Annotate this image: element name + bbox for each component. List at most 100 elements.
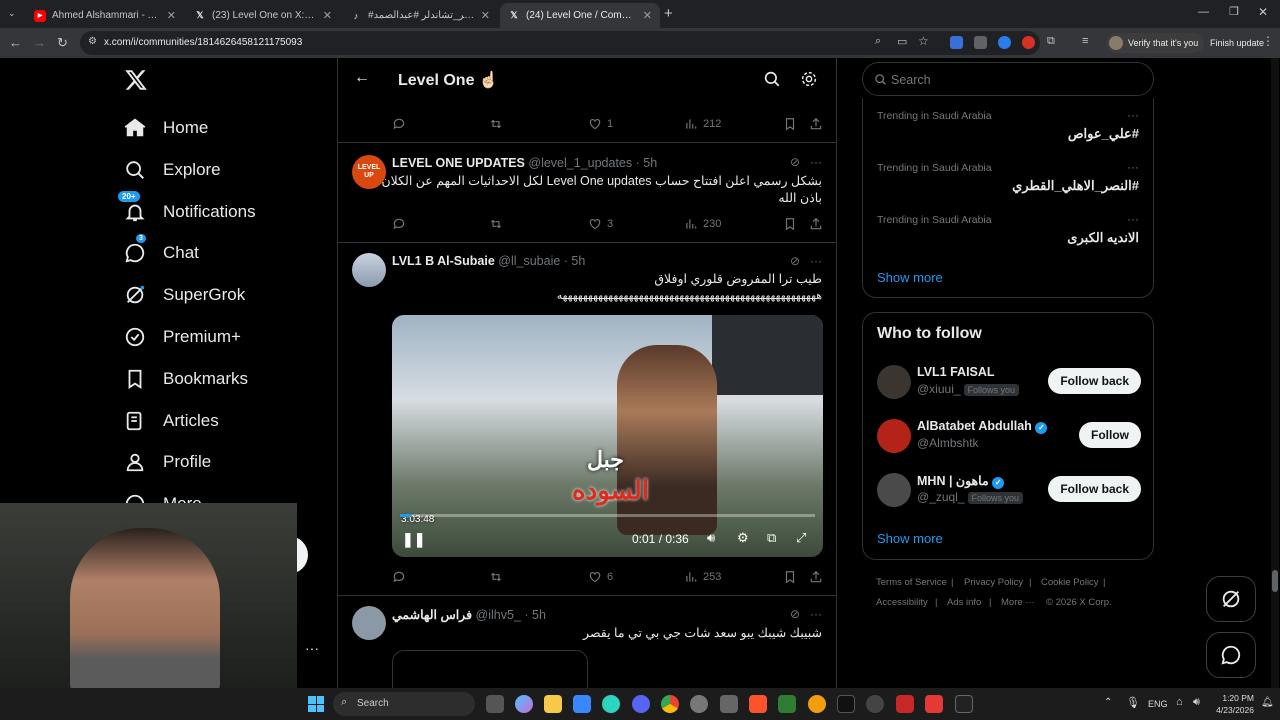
nav-explore[interactable]: Explore (124, 155, 221, 185)
gear-icon[interactable] (800, 70, 818, 88)
omnibox[interactable]: ⚙ x.com/i/communities/181462645812117509… (80, 31, 1040, 55)
search-icon[interactable] (763, 70, 781, 88)
bookmark-button[interactable] (783, 570, 797, 584)
search-input[interactable]: Search (862, 62, 1154, 96)
back-arrow-icon[interactable]: ← (354, 69, 370, 87)
footer-link[interactable]: Accessibility (876, 597, 928, 608)
app-icon[interactable] (925, 695, 943, 713)
volume-icon[interactable]: 🔊︎ (1193, 696, 1200, 709)
nav-supergrok[interactable]: SuperGrok (124, 280, 245, 310)
app-icon[interactable] (720, 695, 738, 713)
browser-tab-tiktok[interactable]: ♪ #مجه #كيلر_تشاندلر #عبدالصمد ✕ (342, 3, 498, 28)
browser-tab-youtube[interactable]: ▶ Ahmed Alshammari - YouTube ✕ (26, 3, 184, 28)
extension-icon[interactable] (974, 36, 987, 49)
app-icon[interactable] (808, 695, 826, 713)
language-indicator[interactable]: ENG (1148, 699, 1168, 709)
reply-button[interactable] (392, 117, 411, 131)
post[interactable]: LVL1 B Al-Subaie @ll_subaie · 5h ⊘ ··· طي… (338, 243, 836, 596)
footer-link[interactable]: Terms of Service (876, 577, 947, 588)
show-more-link[interactable]: Show more (877, 531, 943, 546)
cast-icon[interactable]: ▭ (897, 35, 907, 48)
follow-suggestion[interactable]: LVL1 FAISAL @xiuui_ Follows you Follow ba… (877, 363, 1141, 403)
app-icon[interactable] (866, 695, 884, 713)
like-button[interactable]: 1 (588, 117, 613, 131)
post-author[interactable]: LEVEL ONE UPDATES @level_1_updates · 5h (392, 156, 657, 170)
like-button[interactable]: 3 (588, 217, 613, 231)
post-author[interactable]: LVL1 B Al-Subaie @ll_subaie · 5h (392, 254, 585, 268)
forward-icon[interactable]: → (33, 35, 46, 50)
back-icon[interactable]: ← (9, 35, 22, 50)
nav-chat[interactable]: Chat 3 (124, 234, 199, 268)
bookmark-button[interactable] (783, 217, 797, 231)
site-info-icon[interactable]: ⚙ (88, 36, 97, 47)
close-icon[interactable]: ✕ (643, 9, 652, 22)
profile-chip[interactable]: Verify that it's you (1106, 33, 1205, 53)
nav-profile[interactable]: Profile (124, 447, 211, 477)
more-icon[interactable]: ··· (1127, 160, 1139, 174)
nav-notifications[interactable]: Notifications 20+ (118, 191, 256, 227)
microphone-icon[interactable]: 🎙︎ (1126, 696, 1140, 709)
trend-item[interactable]: #النصر_الاهلي_القطري (1012, 178, 1139, 194)
post[interactable]: LEVEL UP LEVEL ONE UPDATES @level_1_upda… (338, 143, 836, 243)
tiktok-icon[interactable] (837, 695, 855, 713)
more-icon[interactable]: ··· (810, 607, 822, 621)
share-button[interactable] (809, 217, 823, 231)
bookmark-button[interactable] (783, 117, 797, 131)
task-view-icon[interactable] (486, 695, 504, 713)
footer-link[interactable]: Cookie Policy (1041, 577, 1099, 588)
scrollbar-thumb[interactable] (1272, 570, 1278, 592)
grok-icon[interactable]: ⊘ (790, 155, 800, 169)
close-window-button[interactable]: ✕ (1258, 5, 1268, 19)
edge-icon[interactable] (602, 695, 620, 713)
picture-in-picture-icon[interactable]: ⧉ (767, 530, 776, 546)
video-player[interactable]: جبل السوده 3:03:48 ❚❚ 0:01 / 0:36 🔊︎ ⚙ ⧉… (392, 315, 823, 557)
minimize-button[interactable]: — (1198, 6, 1209, 18)
post[interactable]: فراس الهاشمي @ilhv5_ · 5h ⊘ ··· شبيبك شيب… (338, 596, 836, 688)
trend-item[interactable]: الانديه الكبرى (1067, 230, 1139, 246)
x-logo-icon[interactable] (124, 68, 150, 94)
follow-suggestion[interactable]: AlBatabet Abdullah ✓ @Almbshtk Follow (877, 417, 1141, 457)
browser-menu-icon[interactable]: ⋮ (1262, 34, 1274, 48)
repost-button[interactable] (489, 217, 503, 231)
tab-search-button[interactable]: ⌄ (8, 8, 20, 20)
discord-icon[interactable] (632, 695, 650, 713)
settings-icon[interactable]: ⚙ (737, 530, 749, 546)
avatar[interactable] (877, 419, 911, 453)
new-tab-button[interactable]: + (664, 5, 673, 22)
store-icon[interactable] (573, 695, 591, 713)
app-icon[interactable] (690, 695, 708, 713)
network-icon[interactable]: ⌂ (1176, 696, 1183, 708)
views-button[interactable]: 230 (684, 217, 721, 231)
chrome-icon[interactable] (661, 695, 679, 713)
grok-fab[interactable] (1206, 576, 1256, 622)
extensions-puzzle-icon[interactable]: ⧉ (1047, 35, 1060, 48)
fullscreen-icon[interactable]: ⤢ (796, 530, 806, 546)
views-button[interactable]: 212 (684, 117, 721, 131)
trend-item[interactable]: #علي_عواص (1068, 126, 1139, 142)
repost-button[interactable] (489, 570, 503, 584)
reply-button[interactable] (392, 217, 406, 231)
close-icon[interactable]: ✕ (481, 9, 490, 22)
avatar[interactable] (877, 473, 911, 507)
windows-start-icon[interactable] (308, 696, 324, 712)
show-more-link[interactable]: Show more (877, 270, 943, 285)
video-progress-track[interactable] (400, 514, 815, 517)
follow-suggestion[interactable]: MHN | ماهون ✓ @_zuql_ Follows you Follow … (877, 471, 1141, 511)
follow-back-button[interactable]: Follow back (1048, 368, 1141, 394)
nav-articles[interactable]: Articles (124, 406, 219, 436)
extension-icon[interactable] (1022, 36, 1035, 49)
messages-fab[interactable] (1206, 632, 1256, 678)
like-button[interactable]: 6 (588, 570, 613, 584)
avatar[interactable] (352, 606, 386, 640)
reading-list-icon[interactable]: ≡ (1082, 35, 1095, 48)
views-button[interactable]: 253 (684, 570, 721, 584)
post-author[interactable]: فراس الهاشمي @ilhv5_ · 5h (392, 607, 546, 622)
app-icon[interactable] (896, 695, 914, 713)
maximize-button[interactable]: ❐ (1229, 5, 1239, 18)
account-menu-icon[interactable]: ··· (305, 640, 319, 656)
reload-icon[interactable]: ↻ (57, 35, 68, 51)
finish-update-button[interactable]: Finish update (1204, 33, 1270, 53)
share-button[interactable] (809, 570, 823, 584)
avatar[interactable] (877, 365, 911, 399)
clock[interactable]: 1:20 PM 4/23/2026 (1212, 692, 1254, 716)
